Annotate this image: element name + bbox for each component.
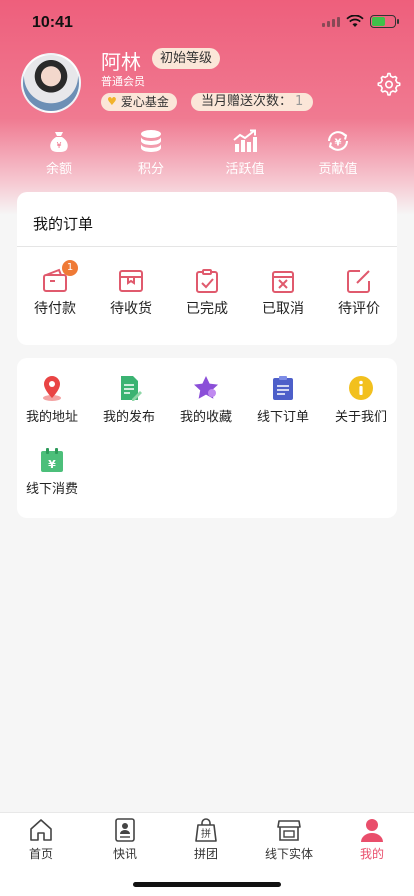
coins-stack-icon [141, 130, 161, 152]
tab-offline-stores-label: 线下实体 [264, 847, 313, 861]
tab-offline-stores[interactable]: 线下实体 [257, 817, 321, 862]
order-cancelled[interactable]: 已取消 [253, 268, 313, 318]
stat-balance-label: 余额 [45, 162, 72, 177]
monthly-gift-badge: 当月赠送次数： 1 [191, 93, 314, 111]
battery-icon [370, 15, 399, 28]
wifi-icon [346, 15, 364, 27]
stat-points[interactable]: 积分 [121, 128, 181, 177]
menu-offline-orders[interactable]: 线下订单 [247, 374, 319, 425]
tab-home[interactable]: 首页 [9, 817, 73, 862]
tab-home-label: 首页 [28, 847, 53, 861]
status-icons [322, 15, 399, 28]
clipboard-list-icon [273, 376, 293, 400]
charity-fund-label: 爱心基金 [120, 95, 169, 109]
tab-mine[interactable]: 我的 [340, 817, 404, 862]
home-icon [30, 819, 52, 841]
tab-mine-label: 我的 [359, 847, 384, 861]
yuan-cycle-icon: ¥ [328, 131, 348, 151]
pending-payment-count-badge: 1 [62, 260, 78, 276]
stats-row: ¥ 余额 积分 活跃值 ¥ 贡献值 [0, 128, 414, 178]
services-menu-card: 我的地址 我的发布 我的收藏 线下订单 关于我们 ¥ 线下消费 [17, 358, 397, 518]
stat-contribution-label: 贡献值 [318, 162, 358, 177]
heart-icon: ♥ [107, 95, 117, 108]
menu-my-posts-label: 我的发布 [102, 410, 155, 425]
order-cancelled-label: 已取消 [262, 301, 304, 317]
menu-my-favorites-label: 我的收藏 [179, 410, 232, 425]
avatar[interactable] [21, 53, 81, 113]
clipboard-check-icon [196, 269, 218, 293]
menu-my-address[interactable]: 我的地址 [16, 374, 88, 425]
person-icon [361, 819, 383, 842]
info-icon [349, 376, 373, 400]
order-pending-review[interactable]: 待评价 [329, 268, 389, 318]
edit-icon [347, 270, 370, 293]
svg-text:¥: ¥ [335, 138, 342, 149]
tab-news[interactable]: 快讯 [93, 817, 157, 862]
my-orders-title[interactable]: 我的订单 [33, 213, 93, 234]
svg-text:¥: ¥ [48, 458, 56, 471]
location-pin-icon [43, 376, 61, 401]
calendar-yuan-icon: ¥ [41, 448, 63, 472]
tab-news-label: 快讯 [112, 847, 137, 861]
my-orders-card: 我的订单 1 待付款 待收货 已完成 已取消 待评价 [17, 192, 397, 345]
news-icon [115, 818, 135, 842]
order-completed[interactable]: 已完成 [177, 268, 237, 318]
menu-my-posts[interactable]: 我的发布 [93, 374, 165, 425]
menu-offline-spending-label: 线下消费 [25, 482, 78, 497]
store-icon [277, 820, 301, 841]
package-icon [119, 270, 143, 292]
level-badge: 初始等级 [152, 48, 221, 69]
bar-chart-icon [233, 129, 257, 152]
menu-about-us-label: 关于我们 [334, 410, 387, 425]
stat-activity-label: 活跃值 [225, 162, 265, 177]
charity-fund-button[interactable]: ♥ 爱心基金 [101, 93, 177, 111]
document-edit-icon [121, 376, 142, 401]
home-indicator [133, 882, 281, 887]
member-type: 普通会员 [101, 75, 145, 88]
menu-my-favorites[interactable]: 我的收藏 [170, 374, 242, 425]
group-buy-bag-icon: 拼 [195, 818, 217, 842]
star-icon [194, 376, 218, 399]
order-completed-label: 已完成 [186, 301, 228, 317]
menu-offline-orders-label: 线下订单 [256, 410, 309, 425]
tab-group-buy-label: 拼团 [193, 847, 218, 861]
divider [17, 246, 397, 247]
stat-contribution[interactable]: ¥ 贡献值 [308, 128, 368, 177]
order-pending-receipt[interactable]: 待收货 [101, 268, 161, 318]
svg-text:¥: ¥ [56, 141, 61, 150]
user-name: 阿林 [101, 50, 141, 74]
monthly-gift-count: 1 [295, 94, 304, 109]
cellular-signal-icon [322, 16, 340, 27]
tab-group-buy[interactable]: 拼 拼团 [174, 817, 238, 862]
money-bag-icon: ¥ [50, 132, 68, 152]
monthly-gift-label: 当月赠送次数： [201, 94, 293, 109]
menu-offline-spending[interactable]: ¥ 线下消费 [16, 446, 88, 497]
order-pending-payment-label: 待付款 [34, 301, 76, 317]
cancel-icon [272, 271, 294, 293]
menu-about-us[interactable]: 关于我们 [325, 374, 397, 425]
menu-my-address-label: 我的地址 [25, 410, 78, 425]
order-pending-receipt-label: 待收货 [110, 301, 152, 317]
status-bar: 10:41 [0, 0, 414, 46]
stat-points-label: 积分 [137, 162, 164, 177]
settings-gear-icon[interactable] [375, 71, 401, 97]
order-pending-payment[interactable]: 1 待付款 [25, 260, 85, 318]
stat-balance[interactable]: ¥ 余额 [29, 128, 89, 177]
order-pending-review-label: 待评价 [338, 301, 380, 317]
status-time: 10:41 [32, 14, 73, 31]
stat-activity[interactable]: 活跃值 [215, 128, 275, 177]
group-buy-icon-text: 拼 [201, 827, 211, 840]
